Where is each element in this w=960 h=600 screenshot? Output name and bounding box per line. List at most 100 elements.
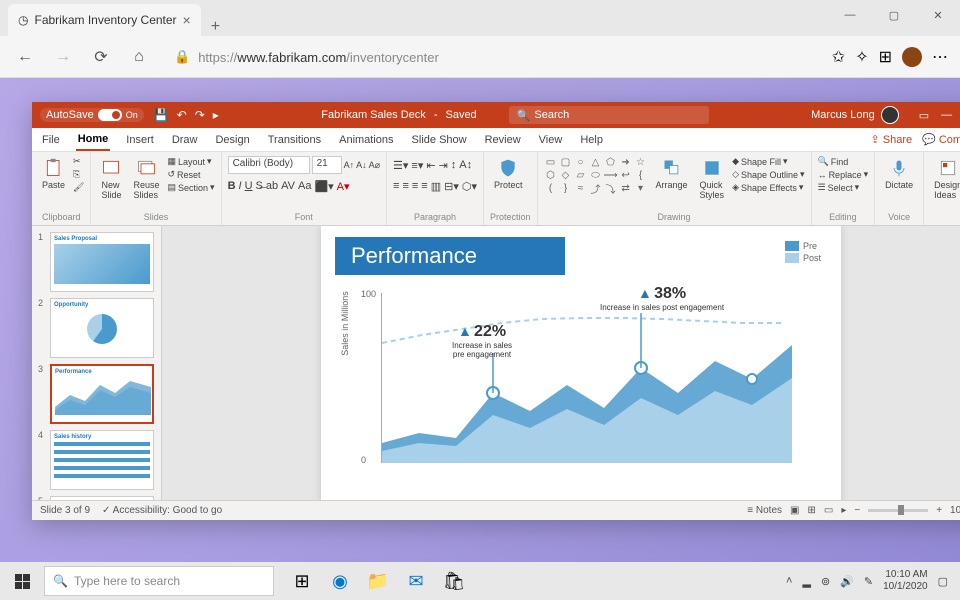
back-button[interactable]: ← <box>12 44 38 70</box>
pp-minimize-button[interactable]: — <box>941 109 952 122</box>
thumbnail-1[interactable]: 1Sales Proposal <box>38 232 155 292</box>
numbering-icon[interactable]: ≡▾ <box>411 159 423 172</box>
align-text-icon[interactable]: ⊟▾ <box>444 180 459 193</box>
reuse-slides-button[interactable]: Reuse Slides <box>129 156 163 202</box>
tray-expand-icon[interactable]: ˄ <box>786 575 792 587</box>
tab-design[interactable]: Design <box>213 130 251 150</box>
taskbar-search[interactable]: 🔍Type here to search <box>44 566 274 596</box>
slideshow-view-icon[interactable]: ▸ <box>841 505 846 516</box>
align-center-icon[interactable]: ≡ <box>402 180 408 192</box>
save-icon[interactable]: 💾 <box>154 108 169 122</box>
favorites-icon[interactable]: ✧ <box>855 47 868 67</box>
normal-view-icon[interactable]: ▣ <box>790 505 799 516</box>
shadow-button[interactable]: ab <box>266 180 278 192</box>
url-input[interactable]: 🔒 https://www.fabrikam.com/inventorycent… <box>164 49 820 65</box>
design-ideas-button[interactable]: Design Ideas <box>930 156 960 202</box>
quick-styles-button[interactable]: Quick Styles <box>696 156 729 202</box>
slide[interactable]: Performance Pre Post Sales in Millions 1… <box>321 226 841 500</box>
zoom-in-icon[interactable]: + <box>936 505 942 516</box>
thumbnail-2[interactable]: 2Opportunity <box>38 298 155 358</box>
user-area[interactable]: Marcus Long <box>811 106 899 124</box>
doc-name-text[interactable]: Fabrikam Sales Deck <box>321 109 426 121</box>
tab-view[interactable]: View <box>537 130 565 150</box>
share-button[interactable]: ⇪Share <box>871 133 913 146</box>
tab-file[interactable]: File <box>40 130 62 150</box>
align-right-icon[interactable]: ≡ <box>412 180 418 192</box>
undo-icon[interactable]: ↶ <box>177 108 187 122</box>
zoom-level[interactable]: 100% <box>950 505 960 516</box>
shape-outline-button[interactable]: ◇ Shape Outline ▾ <box>732 169 805 180</box>
text-direction-icon[interactable]: A↕ <box>459 159 472 171</box>
autosave-toggle[interactable]: AutoSave On <box>40 108 144 122</box>
clear-format-icon[interactable]: A⌀ <box>369 160 380 171</box>
sorter-view-icon[interactable]: ⊞ <box>807 505 815 516</box>
highlight-icon[interactable]: ⬛▾ <box>314 180 333 193</box>
shape-fill-button[interactable]: ◆ Shape Fill ▾ <box>732 156 805 167</box>
italic-button[interactable]: I <box>239 180 242 192</box>
settings-icon[interactable]: ⋯ <box>932 47 948 67</box>
input-icon[interactable]: ✎ <box>864 575 873 588</box>
redo-icon[interactable]: ↷ <box>195 108 205 122</box>
cut-icon[interactable]: ✂ <box>73 156 84 167</box>
slide-title[interactable]: Performance <box>335 237 565 275</box>
increase-font-icon[interactable]: A↑ <box>344 160 355 170</box>
reset-button[interactable]: ↺ Reset <box>167 169 214 180</box>
strikethrough-button[interactable]: S̶ <box>256 180 263 192</box>
forward-button[interactable]: → <box>50 44 76 70</box>
clock[interactable]: 10:10 AM 10/1/2020 <box>883 569 928 593</box>
format-painter-icon[interactable]: 🖌 <box>73 182 84 193</box>
bold-button[interactable]: B <box>228 180 236 192</box>
indent-dec-icon[interactable]: ⇤ <box>426 159 435 172</box>
home-button[interactable]: ⌂ <box>126 44 152 70</box>
underline-button[interactable]: U <box>245 180 253 192</box>
thumbnail-5[interactable]: 5 <box>38 496 155 500</box>
browser-close-button[interactable]: ✕ <box>916 0 960 30</box>
thumbnail-4[interactable]: 4Sales history <box>38 430 155 490</box>
shapes-gallery[interactable]: ▭▢○△⬠➜☆ ⬡◇▱⬭⟶↩{ (}≈⤴⤵⇄▾ <box>544 156 648 194</box>
font-size-select[interactable]: 21 <box>312 156 342 174</box>
collections-icon[interactable]: ⊞ <box>879 47 892 67</box>
bullets-icon[interactable]: ☰▾ <box>393 159 408 172</box>
read-aloud-icon[interactable]: ✩ <box>832 47 845 67</box>
tab-transitions[interactable]: Transitions <box>266 130 323 150</box>
copy-icon[interactable]: ⎘ <box>73 169 84 180</box>
browser-maximize-button[interactable]: ▢ <box>872 0 916 30</box>
store-icon[interactable]: 🛍 <box>436 563 472 599</box>
justify-icon[interactable]: ≡ <box>421 180 427 192</box>
decrease-font-icon[interactable]: A↓ <box>356 160 367 170</box>
toggle-switch[interactable] <box>98 109 122 121</box>
indent-inc-icon[interactable]: ⇥ <box>439 159 448 172</box>
shape-effects-button[interactable]: ◈ Shape Effects ▾ <box>732 182 805 193</box>
new-tab-button[interactable]: + <box>201 18 230 36</box>
tab-home[interactable]: Home <box>76 129 111 151</box>
char-spacing-icon[interactable]: AV <box>281 180 295 192</box>
arrange-button[interactable]: Arrange <box>652 156 692 192</box>
tab-slideshow[interactable]: Slide Show <box>410 130 469 150</box>
layout-button[interactable]: ▦ Layout ▾ <box>167 156 214 167</box>
chart[interactable]: Sales in Millions 100 0 <box>361 283 801 483</box>
zoom-out-icon[interactable]: − <box>854 505 860 516</box>
close-tab-icon[interactable]: × <box>183 12 191 28</box>
wifi-icon[interactable]: ⊚ <box>821 575 830 588</box>
slide-canvas[interactable]: Performance Pre Post Sales in Millions 1… <box>162 226 960 500</box>
comments-button[interactable]: 💬Comments <box>922 133 960 146</box>
line-spacing-icon[interactable]: ↕ <box>451 159 457 171</box>
profile-avatar[interactable] <box>902 47 922 67</box>
columns-icon[interactable]: ▥ <box>431 180 441 193</box>
edge-icon[interactable]: ◉ <box>322 563 358 599</box>
dictate-button[interactable]: Dictate <box>881 156 917 192</box>
start-button[interactable] <box>4 563 40 599</box>
paste-button[interactable]: Paste <box>38 156 69 192</box>
explorer-icon[interactable]: 📁 <box>360 563 396 599</box>
select-button[interactable]: ☰ Select ▾ <box>818 182 869 193</box>
replace-button[interactable]: ↔ Replace ▾ <box>818 169 869 180</box>
reading-view-icon[interactable]: ▭ <box>824 505 833 516</box>
mail-icon[interactable]: ✉ <box>398 563 434 599</box>
zoom-slider[interactable] <box>868 509 928 512</box>
tab-review[interactable]: Review <box>483 130 523 150</box>
ribbon-options-icon[interactable]: ▭ <box>919 109 929 122</box>
font-name-select[interactable]: Calibri (Body) <box>228 156 310 174</box>
font-color-icon[interactable]: A▾ <box>337 180 350 193</box>
find-button[interactable]: 🔍 Find <box>818 156 869 167</box>
task-view-icon[interactable]: ⊞ <box>284 563 320 599</box>
